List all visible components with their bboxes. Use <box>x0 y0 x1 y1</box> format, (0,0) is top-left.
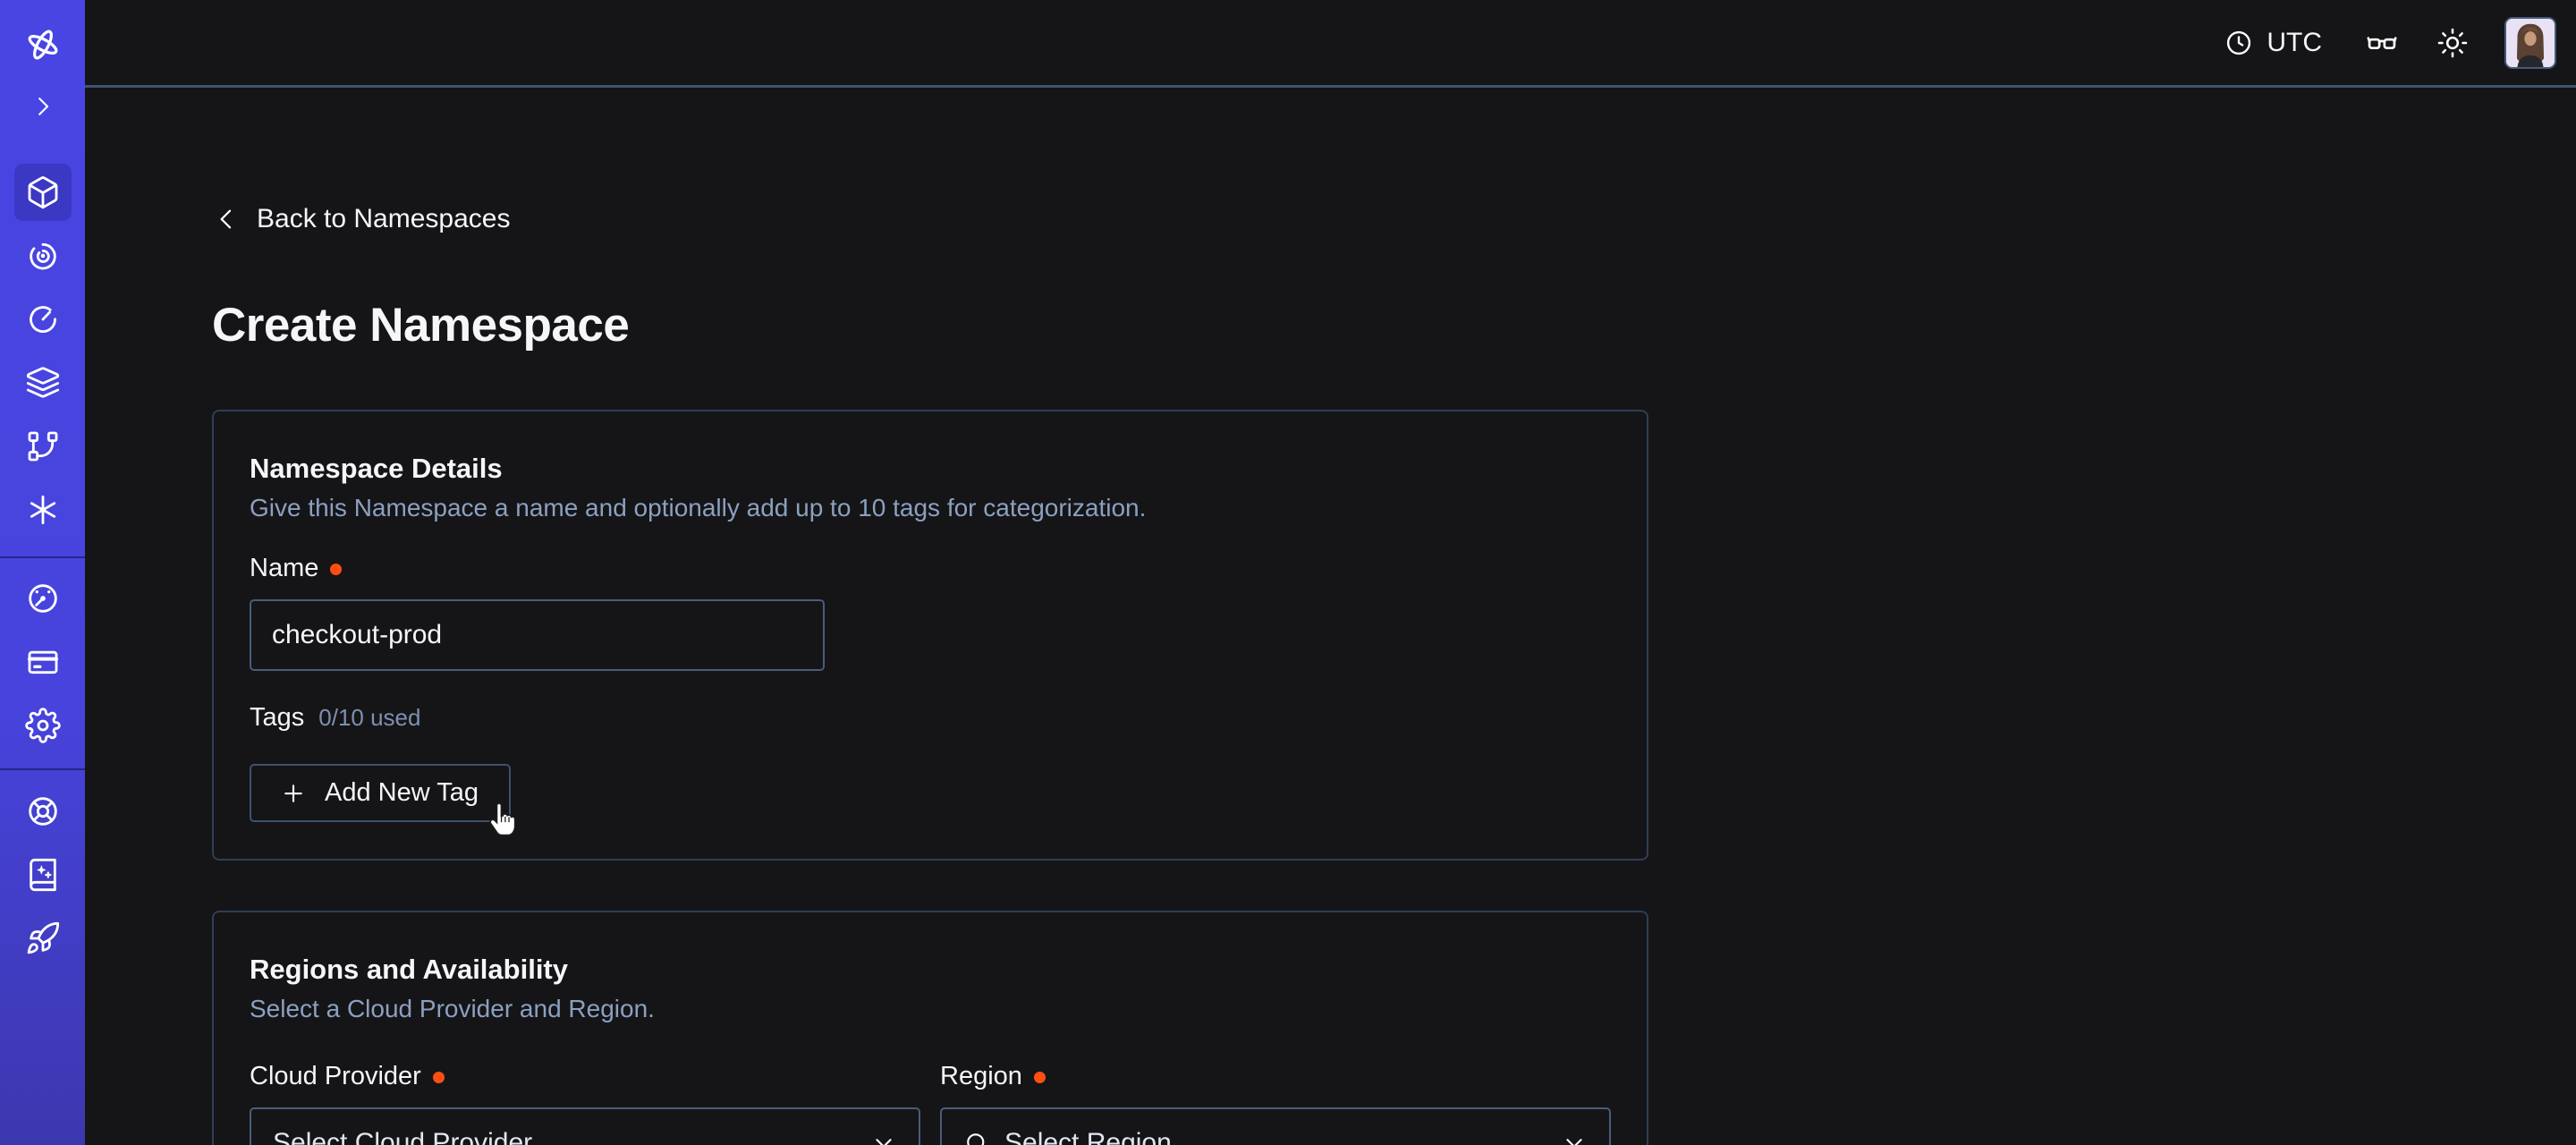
region-field: Region Select Region <box>940 1061 1611 1145</box>
back-to-namespaces-link[interactable]: Back to Namespaces <box>212 203 510 235</box>
sidebar-expand-button[interactable] <box>14 87 72 126</box>
cloud-provider-select[interactable]: Select Cloud Provider <box>250 1107 920 1145</box>
sun-icon <box>2436 27 2469 59</box>
layers-icon <box>25 365 61 401</box>
main-content: Back to Namespaces Create Namespace Name… <box>85 90 2576 1145</box>
clock-icon <box>2224 28 2254 58</box>
region-label: Region <box>940 1061 1022 1091</box>
card-title: Namespace Details <box>250 453 1611 485</box>
temporal-logo[interactable] <box>14 21 72 68</box>
required-indicator-icon <box>330 564 342 575</box>
chevron-left-icon <box>212 205 241 233</box>
sidebar-nav-help <box>14 783 72 973</box>
search-icon <box>963 1130 990 1145</box>
chevron-down-icon <box>1561 1130 1588 1145</box>
cloud-provider-field: Cloud Provider Select Cloud Provider <box>250 1061 920 1145</box>
cloud-provider-placeholder: Select Cloud Provider <box>273 1128 532 1145</box>
provider-region-grid: Cloud Provider Select Cloud Provider <box>250 1061 1611 1145</box>
sidebar-item-settings[interactable] <box>14 697 72 754</box>
gear-icon <box>25 708 61 743</box>
name-label-row: Name <box>250 553 1611 583</box>
tags-label: Tags <box>250 703 304 733</box>
asterisk-icon <box>25 492 61 528</box>
topbar: UTC <box>85 0 2576 88</box>
sidebar-divider <box>0 768 85 770</box>
sidebar-item-nexus[interactable] <box>14 481 72 539</box>
sidebar-item-support[interactable] <box>14 783 72 840</box>
sidebar-item-billing[interactable] <box>14 633 72 691</box>
tags-counter: 0/10 used <box>318 704 420 732</box>
spiral-icon <box>25 238 61 274</box>
theme-toggle-button[interactable] <box>2436 27 2469 59</box>
user-avatar[interactable] <box>2504 17 2556 69</box>
timezone-button[interactable]: UTC <box>2224 28 2322 58</box>
sidebar-item-docs[interactable] <box>14 846 72 903</box>
region-label-row: Region <box>940 1061 1611 1091</box>
gauge-icon <box>25 581 61 616</box>
namespace-name-input[interactable] <box>250 599 825 671</box>
glasses-icon <box>2365 26 2399 60</box>
card-title: Regions and Availability <box>250 954 1611 986</box>
branch-icon <box>25 428 61 464</box>
required-indicator-icon <box>433 1072 445 1083</box>
sidebar-item-schedules[interactable] <box>14 291 72 348</box>
card-subtitle: Give this Namespace a name and optionall… <box>250 492 1611 524</box>
sidebar-item-deployments[interactable] <box>14 418 72 475</box>
accessibility-button[interactable] <box>2365 26 2399 60</box>
sidebar-item-getting-started[interactable] <box>14 910 72 967</box>
card-subtitle: Select a Cloud Provider and Region. <box>250 993 1611 1025</box>
cloud-provider-label: Cloud Provider <box>250 1061 421 1091</box>
plus-icon <box>280 780 307 807</box>
region-select[interactable]: Select Region <box>940 1107 1611 1145</box>
regions-availability-card: Regions and Availability Select a Cloud … <box>212 911 1648 1145</box>
temporal-logo-icon <box>22 24 64 65</box>
add-new-tag-button[interactable]: Add New Tag <box>250 764 511 822</box>
tags-label-row: Tags 0/10 used <box>250 703 1611 734</box>
required-indicator-icon <box>1034 1072 1046 1083</box>
namespace-details-card: Namespace Details Give this Namespace a … <box>212 410 1648 861</box>
region-placeholder: Select Region <box>1004 1128 1172 1145</box>
page-title: Create Namespace <box>212 301 2576 349</box>
sidebar-nav-primary <box>14 164 72 545</box>
sidebar-item-usage[interactable] <box>14 570 72 627</box>
sidebar-item-stack[interactable] <box>14 354 72 411</box>
sidebar <box>0 0 85 1145</box>
chevron-down-icon <box>870 1130 897 1145</box>
avatar-image <box>2506 19 2555 67</box>
cloud-provider-label-row: Cloud Provider <box>250 1061 920 1091</box>
create-namespace-page: UTC <box>0 0 2576 1145</box>
sidebar-item-namespaces[interactable] <box>14 164 72 221</box>
cube-icon <box>25 174 61 210</box>
sidebar-nav-account <box>14 570 72 760</box>
back-link-label: Back to Namespaces <box>257 204 510 234</box>
book-sparkles-icon <box>25 857 61 893</box>
sidebar-item-observability[interactable] <box>14 227 72 284</box>
timezone-label: UTC <box>2267 28 2322 58</box>
chevron-right-icon <box>30 93 56 120</box>
sidebar-divider <box>0 556 85 558</box>
rocket-icon <box>25 920 61 956</box>
timer-icon <box>25 301 61 337</box>
name-label: Name <box>250 553 318 583</box>
credit-card-icon <box>25 644 61 680</box>
life-buoy-icon <box>25 793 61 829</box>
add-new-tag-label: Add New Tag <box>325 778 479 808</box>
